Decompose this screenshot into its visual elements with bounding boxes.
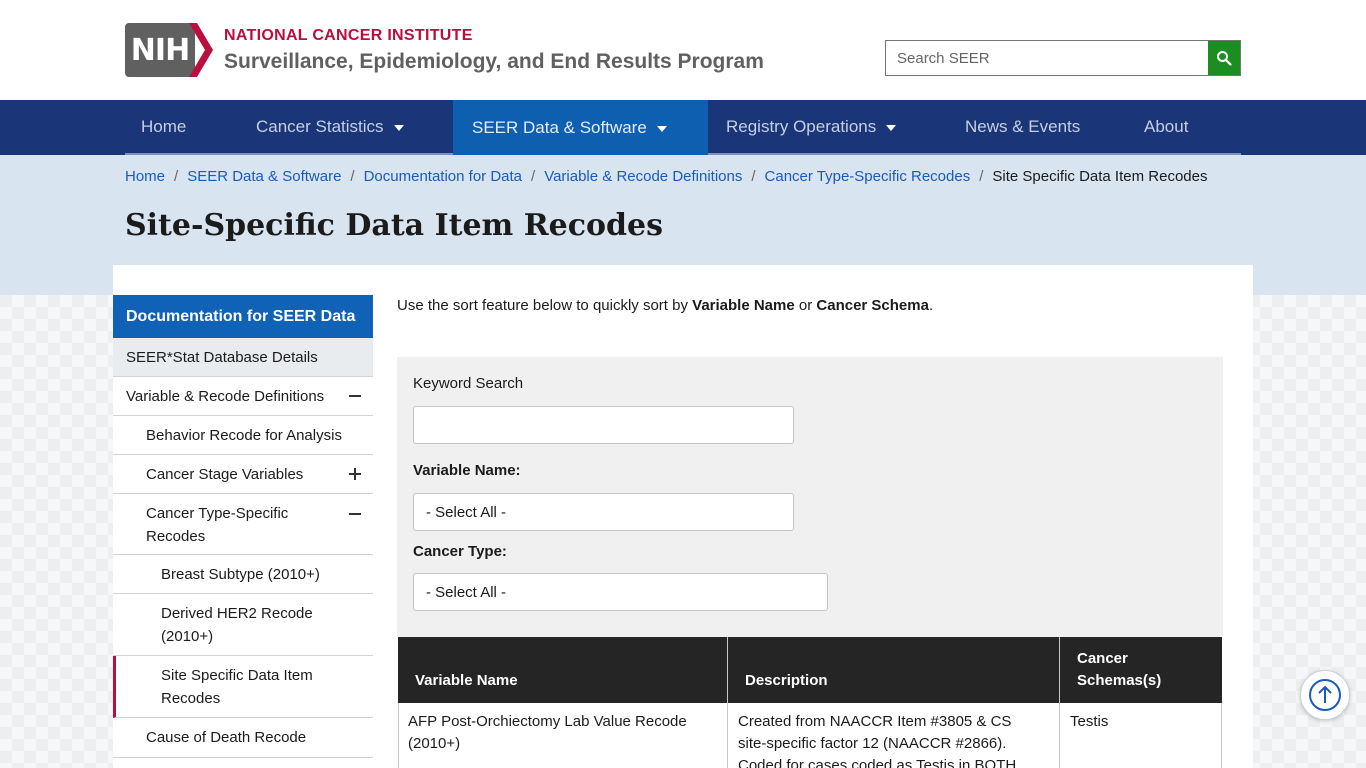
breadcrumb-separator: /	[979, 167, 984, 185]
page-title: Site-Specific Data Item Recodes	[125, 208, 663, 243]
sidebar-item-label: Cancer Type-Specific Recodes	[146, 505, 289, 545]
variable-name-select[interactable]: - Select All -	[413, 493, 794, 531]
nih-logo[interactable]: NIH	[125, 23, 213, 77]
sidebar-title[interactable]: Documentation for SEER Data	[113, 295, 373, 338]
nav-home-label: Home	[141, 116, 187, 136]
breadcrumb-separator: /	[751, 167, 756, 185]
nih-chevron-icon	[189, 23, 213, 77]
search-icon	[1217, 51, 1232, 66]
nav-news-events[interactable]: News & Events	[949, 100, 1096, 153]
search-form	[885, 40, 1241, 76]
table-cell-schema: Testis	[1070, 713, 1109, 730]
nav-seer-data-software-label: SEER Data & Software	[472, 117, 647, 137]
intro-prefix: Use the sort feature below to quickly so…	[397, 297, 693, 314]
caret-down-icon	[886, 124, 897, 131]
site-header: NIH NATIONAL CANCER INSTITUTE Surveillan…	[0, 0, 1366, 100]
sidebar-item-cancer-type-recodes[interactable]: Cancer Type-Specific Recodes	[113, 494, 373, 555]
minus-icon[interactable]	[349, 390, 361, 402]
breadcrumb-current: Site Specific Data Item Recodes	[992, 167, 1208, 185]
institute-name[interactable]: NATIONAL CANCER INSTITUTE	[224, 27, 473, 45]
sidebar-item-label: SEER*Stat Database Details	[126, 348, 318, 366]
th-variable-name[interactable]: Variable Name	[398, 637, 727, 703]
sidebar-item-breast-subtype[interactable]: Breast Subtype (2010+)	[113, 555, 373, 594]
variable-name-label: Variable Name:	[413, 462, 521, 479]
intro-text: Use the sort feature below to quickly so…	[397, 297, 933, 314]
breadcrumb-documentation[interactable]: Documentation for Data	[364, 168, 522, 185]
plus-icon[interactable]	[349, 468, 361, 480]
nih-logo-text: NIH	[125, 23, 195, 77]
search-button[interactable]	[1208, 41, 1240, 75]
table-cell-description: Created from NAACCR Item #3805 & CS site…	[738, 713, 1017, 768]
breadcrumb-separator: /	[174, 167, 179, 185]
back-to-top-button[interactable]	[1300, 670, 1350, 720]
breadcrumb-separator: /	[531, 167, 536, 185]
th-description[interactable]: Description	[728, 637, 1059, 703]
sidebar-item-seerstat-details[interactable]: SEER*Stat Database Details	[113, 338, 373, 377]
breadcrumb-separator: /	[350, 167, 355, 185]
intro-suffix: .	[928, 297, 934, 314]
intro-cancer-schema: Cancer Schema	[816, 297, 929, 314]
breadcrumb: Home / SEER Data & Software / Documentat…	[125, 166, 1207, 186]
program-name[interactable]: Surveillance, Epidemiology, and End Resu…	[224, 50, 764, 74]
sidebar-item-site-specific[interactable]: Site Specific Data Item Recodes	[113, 656, 373, 718]
sidebar-item-cancer-stage[interactable]: Cancer Stage Variables	[113, 455, 373, 494]
sidebar-item-label: Behavior Recode for Analysis	[146, 426, 342, 444]
breadcrumb-variable-recode[interactable]: Variable & Recode Definitions	[544, 168, 742, 185]
intro-mid: or	[794, 297, 817, 314]
th-cancer-schemas[interactable]: Cancer Schemas(s)	[1060, 637, 1200, 703]
cancer-type-select-value: - Select All -	[426, 583, 507, 601]
table-column-divider	[727, 637, 728, 768]
sidebar-item-variable-recode[interactable]: Variable & Recode Definitions	[113, 377, 373, 416]
sidebar-item-label: Breast Subtype (2010+)	[161, 565, 320, 583]
cancer-type-select[interactable]: - Select All -	[413, 573, 828, 611]
sidebar-item-derived-her2[interactable]: Derived HER2 Recode (2010+)	[113, 594, 373, 656]
sidebar-item-label: Variable & Recode Definitions	[126, 387, 325, 405]
arrow-up-icon	[1309, 679, 1341, 711]
sidebar-item-label: Cancer Stage Variables	[146, 465, 304, 483]
nav-news-events-label: News & Events	[965, 116, 1081, 136]
intro-variable-name: Variable Name	[692, 297, 795, 314]
nav-registry-operations-label: Registry Operations	[726, 116, 877, 136]
nav-about-label: About	[1144, 116, 1189, 136]
keyword-search-input[interactable]	[413, 406, 794, 444]
nav-home[interactable]: Home	[125, 100, 202, 153]
sidebar-item-label: Derived HER2 Recode (2010+)	[161, 604, 313, 645]
nav-cancer-statistics[interactable]: Cancer Statistics	[240, 100, 420, 153]
nav-registry-operations[interactable]: Registry Operations	[710, 100, 912, 153]
nav-cancer-statistics-label: Cancer Statistics	[256, 116, 384, 136]
sidebar-item-cause-of-death[interactable]: Cause of Death Recode	[113, 718, 373, 758]
main-nav: Home Cancer Statistics SEER Data & Softw…	[0, 100, 1366, 155]
breadcrumb-seer-data-software[interactable]: SEER Data & Software	[187, 168, 341, 185]
caret-down-icon	[656, 125, 667, 132]
table-column-divider	[1059, 637, 1060, 768]
sidebar-item-label: Site Specific Data Item Recodes	[161, 666, 313, 707]
variable-name-select-value: - Select All -	[426, 503, 507, 521]
nav-about[interactable]: About	[1128, 100, 1204, 153]
main-nav-inner: Home Cancer Statistics SEER Data & Softw…	[125, 100, 1241, 155]
caret-down-icon	[393, 124, 404, 131]
cancer-type-label: Cancer Type:	[413, 543, 507, 560]
keyword-search-label: Keyword Search	[413, 375, 524, 392]
search-input[interactable]	[886, 41, 1208, 75]
nav-seer-data-software[interactable]: SEER Data & Software	[453, 100, 708, 155]
breadcrumb-home[interactable]: Home	[125, 168, 165, 185]
sidebar-item-behavior-recode[interactable]: Behavior Recode for Analysis	[113, 416, 373, 455]
breadcrumb-cancer-type-recodes[interactable]: Cancer Type-Specific Recodes	[765, 168, 971, 185]
sidebar-item-label: Cause of Death Recode	[146, 729, 307, 746]
minus-icon[interactable]	[349, 508, 361, 520]
table-cell-variable: AFP Post-Orchiectomy Lab Value Recode (2…	[408, 713, 687, 752]
